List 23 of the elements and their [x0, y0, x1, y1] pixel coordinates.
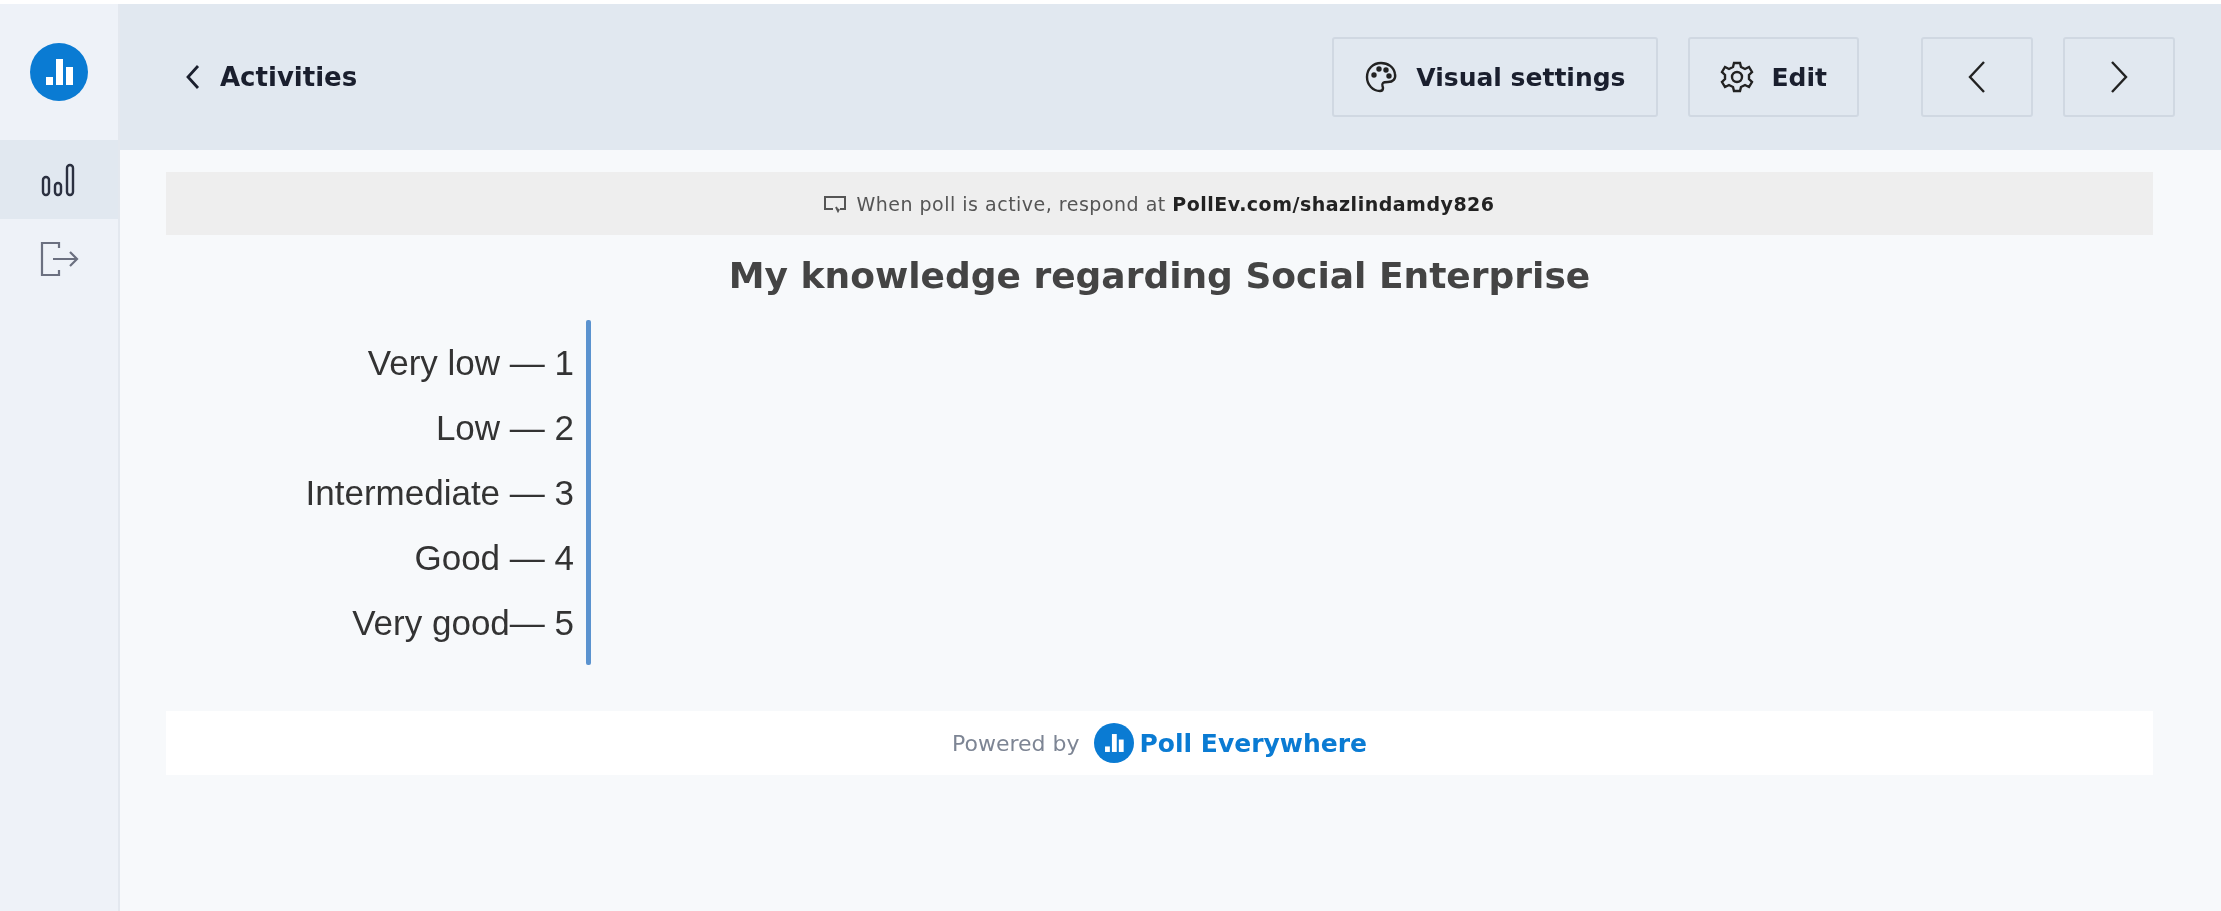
sidebar-item[interactable]	[0, 140, 118, 219]
logo-icon	[1093, 723, 1134, 763]
toolbar-button[interactable]: Edit	[1687, 37, 1859, 117]
chevron-left-icon	[1968, 60, 1986, 94]
logo-icon	[30, 43, 88, 101]
powered-by-text: Powered by	[952, 730, 1080, 756]
poll-title: My knowledge regarding Social Enterprise	[727, 255, 1592, 296]
chevron-right-icon	[2110, 60, 2128, 94]
bar-chart-icon	[41, 162, 77, 197]
screen-icon	[824, 194, 847, 213]
option-label: Very low — 1	[366, 342, 574, 384]
option-label: Good — 4	[413, 537, 574, 579]
back-link[interactable]: Activities	[186, 62, 358, 92]
toolbar-button[interactable]: Visual settings	[1332, 37, 1658, 117]
palette-icon	[1364, 60, 1399, 94]
brand-name: Poll Everywhere	[1139, 728, 1367, 758]
banner-text: When poll is active, respond at PollEv.com/shazlindamdy826	[856, 192, 1495, 215]
option-label: Low — 2	[434, 407, 574, 449]
option-label: Intermediate — 3	[304, 472, 574, 514]
settings-icon	[1719, 60, 1754, 94]
exit-icon	[39, 239, 79, 278]
chevron-left-icon	[186, 64, 200, 90]
option-label: Very good— 5	[351, 602, 574, 644]
